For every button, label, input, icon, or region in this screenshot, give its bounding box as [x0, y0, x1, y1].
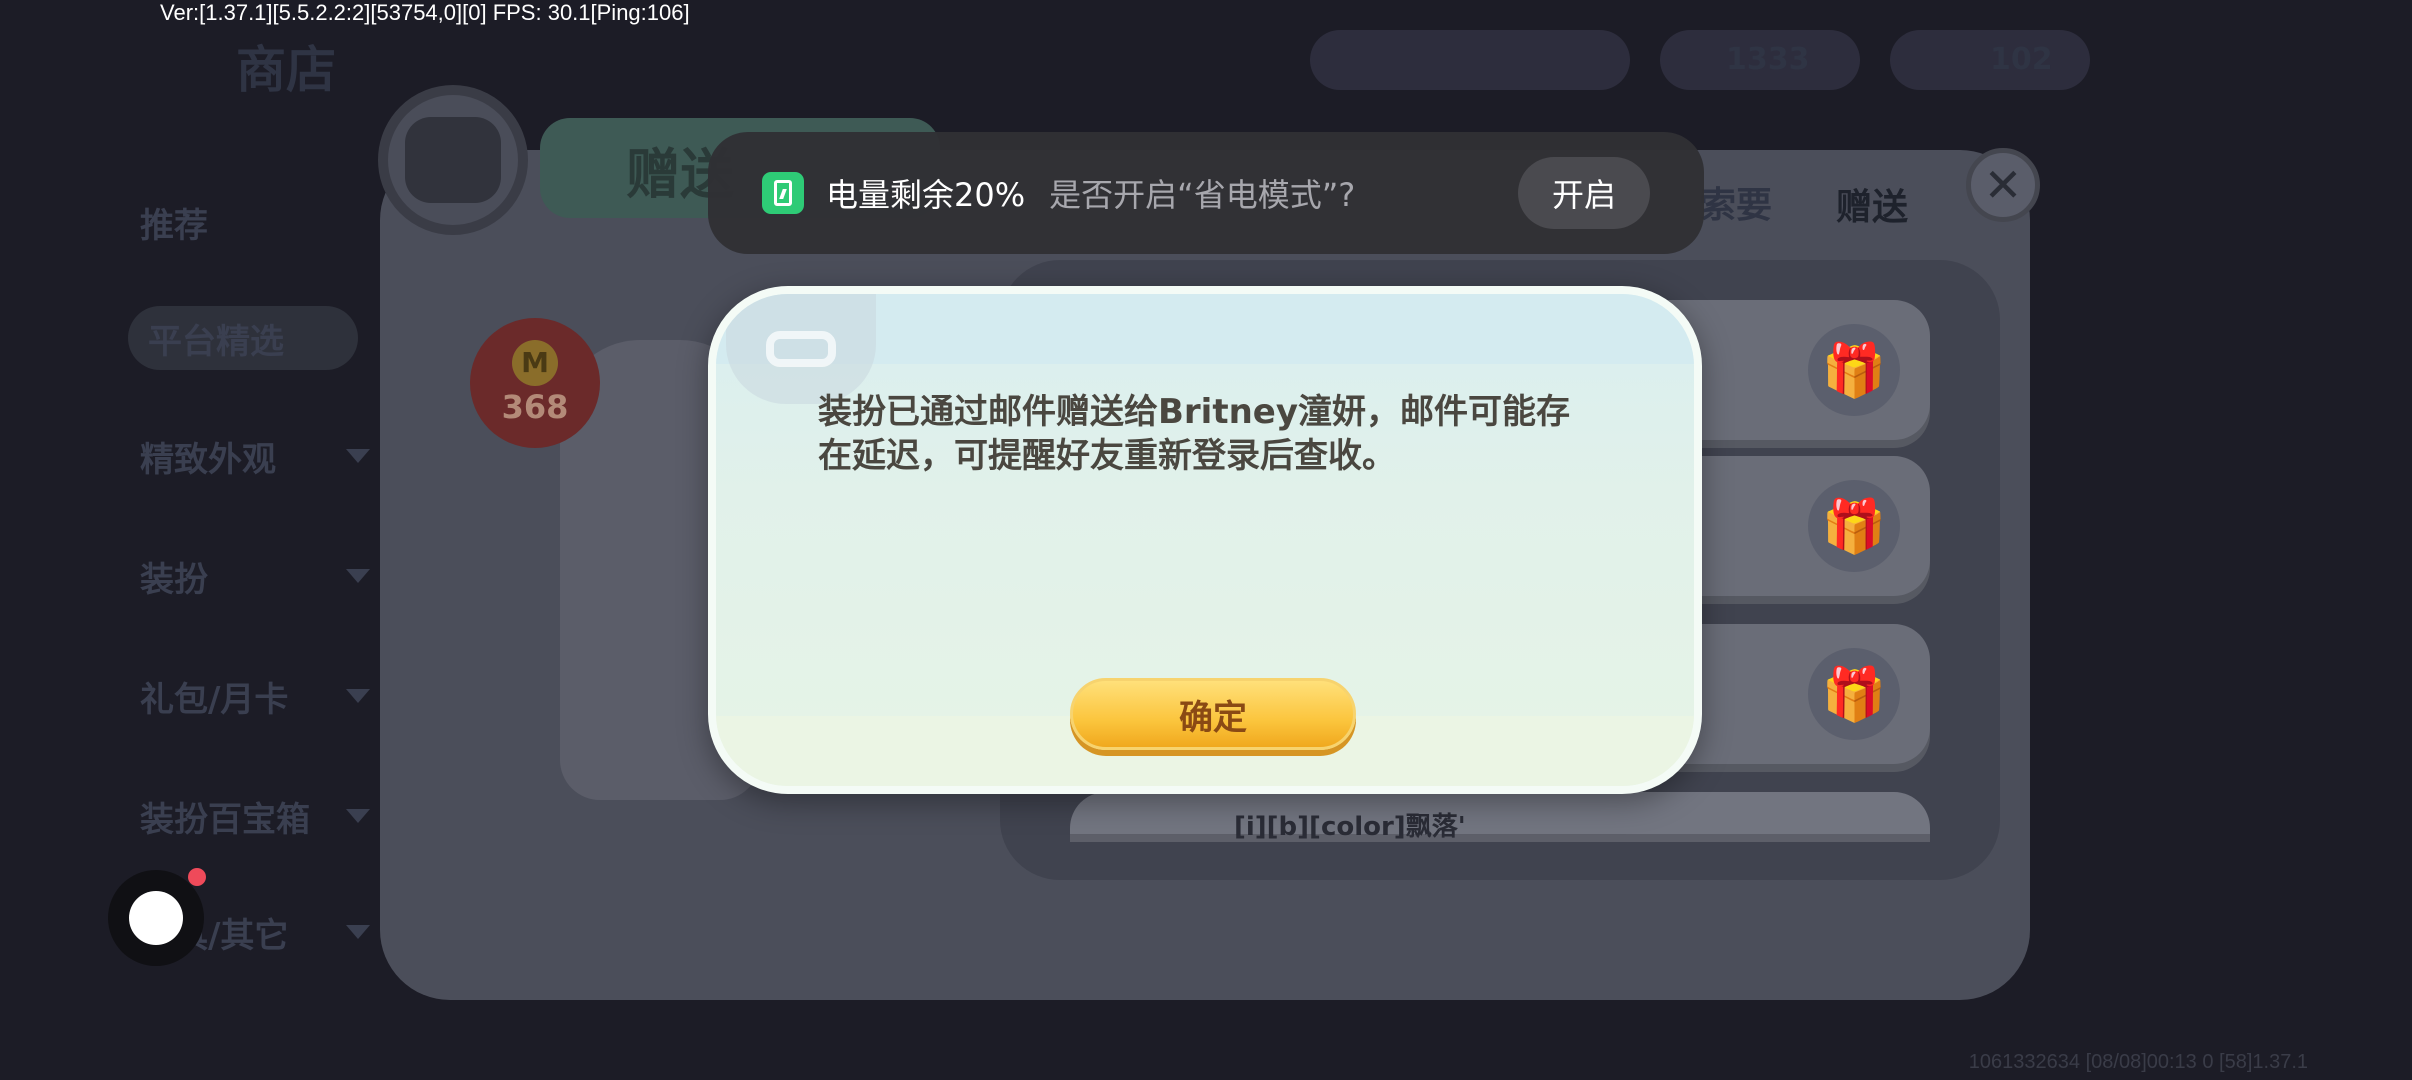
sidebar-item-platform-picks: 平台精选	[128, 306, 358, 370]
chevron-down-icon	[346, 809, 370, 823]
mascot-avatar	[378, 85, 528, 235]
notification-dot	[188, 868, 206, 886]
tab-send: 赠送	[1836, 187, 1909, 228]
price-badge: M 368	[470, 318, 600, 448]
confirm-button[interactable]: 确定	[1070, 678, 1356, 750]
chevron-down-icon	[346, 689, 370, 703]
gift-icon: 🎁	[1808, 480, 1900, 572]
chevron-down-icon	[346, 569, 370, 583]
chevron-down-icon	[346, 925, 370, 939]
currency-amount: 1333	[1726, 42, 1810, 77]
currency-amount-2: 102	[1990, 42, 2053, 77]
gift-sent-dialog: 装扮已通过邮件赠送给Britney潼妍，邮件可能存在延迟，可提醒好友重新登录后查…	[708, 286, 1702, 794]
sidebar-item-outfit-box: 装扮百宝箱	[140, 784, 370, 848]
battery-level-text: 电量剩余20%	[826, 176, 1026, 214]
shop-title: 商店	[236, 41, 336, 99]
list-item: [i][b][color]飘落'	[1070, 792, 1930, 842]
sidebar-item-gift-packs: 礼包/月卡	[140, 664, 370, 728]
battery-saver-notification: 电量剩余20% 是否开启“省电模式”? 开启	[708, 132, 1704, 254]
floating-assistant-button[interactable]	[108, 870, 204, 966]
price-value: 368	[501, 388, 569, 426]
battery-icon	[762, 172, 804, 214]
tab-request: 索要	[1700, 185, 1773, 226]
top-bar-event-icons	[1310, 30, 1630, 90]
sidebar-item-recommend: 推荐	[140, 205, 208, 246]
sidebar-item-fine-looks: 精致外观	[140, 424, 370, 488]
chevron-down-icon	[346, 449, 370, 463]
enable-power-saving-button[interactable]: 开启	[1518, 157, 1650, 229]
dialog-message: 装扮已通过邮件赠送给Britney潼妍，邮件可能存在延迟，可提醒好友重新登录后查…	[818, 392, 1571, 476]
currency-m-icon: M	[512, 340, 558, 386]
sidebar-item-outfits: 装扮	[140, 544, 370, 608]
mascot-watermark-icon	[726, 294, 876, 404]
gift-icon: 🎁	[1808, 648, 1900, 740]
close-icon: ✕	[1966, 148, 2040, 222]
debug-version-info: Ver:[1.37.1][5.5.2.2:2][53754,0][0] FPS:…	[160, 0, 690, 25]
list-item-name: [i][b][color]飘落'	[1234, 812, 1466, 842]
battery-saver-question: 是否开启“省电模式”?	[1049, 176, 1356, 214]
gift-icon: 🎁	[1808, 324, 1900, 416]
debug-bottom-info: 1061332634 [08/08]00:13 0 [58]1.37.1	[1968, 1051, 2308, 1073]
